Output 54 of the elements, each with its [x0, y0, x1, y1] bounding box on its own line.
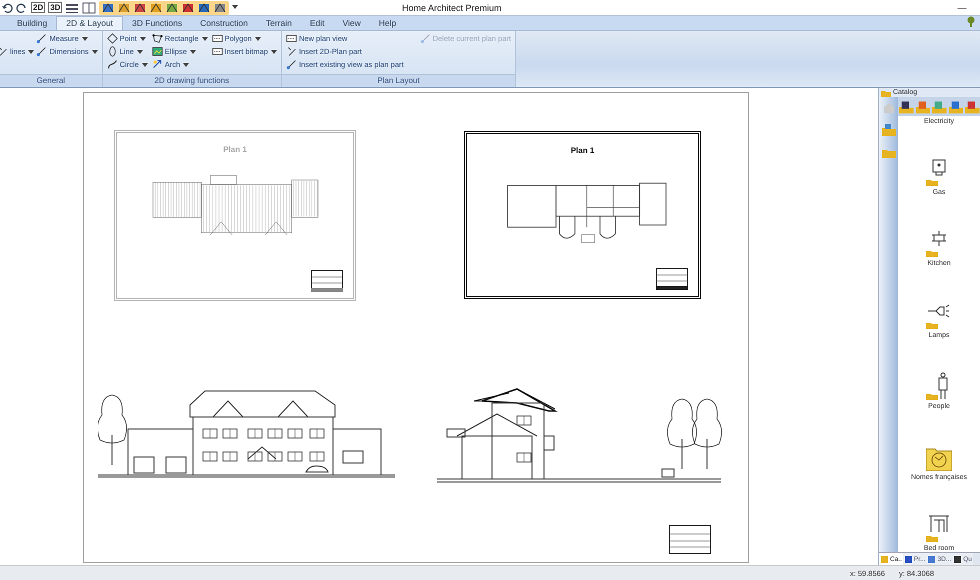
group-title: Plan Layout	[282, 74, 515, 87]
folder-icon[interactable]	[899, 100, 914, 114]
plan-title: Plan 1	[223, 145, 247, 154]
tool-icon[interactable]	[181, 2, 196, 14]
view-mode-button[interactable]: 2D	[31, 2, 46, 13]
undo-icon[interactable]	[1, 2, 13, 14]
tab-icon	[880, 554, 889, 564]
line-icon	[36, 46, 48, 57]
curve-icon	[106, 59, 118, 70]
split-view-icon[interactable]	[82, 2, 96, 14]
ribbon-tab[interactable]: 2D & Layout	[56, 16, 124, 30]
minimize-button[interactable]: —	[952, 2, 972, 12]
group-title: General	[0, 74, 102, 87]
polygon-icon	[152, 33, 163, 44]
ribbon-tab[interactable]: Help	[370, 17, 406, 30]
ribbon-tab[interactable]: Edit	[300, 17, 334, 30]
tool-icon[interactable]	[213, 2, 228, 14]
tool-icon[interactable]	[133, 2, 148, 14]
view-mode-button[interactable]: 3D	[48, 2, 62, 13]
frame-icon	[286, 33, 297, 44]
line-icon	[286, 59, 297, 70]
tool-icon[interactable]	[117, 2, 132, 14]
tool-icon[interactable]	[101, 2, 116, 14]
picture-icon	[152, 46, 163, 57]
title-block-drawing	[656, 268, 688, 290]
title-block-drawing	[311, 270, 343, 292]
diamond-icon	[106, 33, 118, 44]
frame-icon	[212, 33, 223, 44]
ellipse-icon	[106, 46, 118, 57]
redo-icon[interactable]	[16, 2, 28, 14]
ribbon-tab[interactable]: View	[333, 17, 370, 30]
title-block-drawing	[669, 525, 711, 554]
bed-icon	[926, 514, 952, 542]
group-title: 2D drawing functions	[102, 74, 281, 87]
arrow-icon	[152, 59, 163, 70]
plan-title: Plan 1	[570, 146, 594, 155]
ribbon-tab[interactable]: Construction	[191, 17, 257, 30]
plan-sheet[interactable]: Plan 1	[464, 131, 701, 299]
tab-icon	[927, 554, 936, 564]
caret-icon[interactable]	[232, 5, 238, 10]
frame-icon	[212, 46, 223, 57]
ribbon-tab[interactable]: Terrain	[256, 17, 301, 30]
ribbon-tab[interactable]: 3D Functions	[123, 17, 192, 30]
lines-icon[interactable]	[65, 2, 80, 14]
tool-icon[interactable]	[165, 2, 180, 14]
folder-icon[interactable]	[965, 100, 980, 114]
line-icon	[420, 33, 431, 44]
tool-icon[interactable]	[197, 2, 212, 14]
window-title: Home Architect Premium	[402, 2, 503, 12]
tab-icon	[953, 554, 962, 564]
line-icon	[36, 33, 48, 44]
tool-icon[interactable]	[149, 2, 164, 14]
ribbon-tab[interactable]: Building	[8, 17, 56, 30]
tab-icon	[904, 554, 913, 564]
